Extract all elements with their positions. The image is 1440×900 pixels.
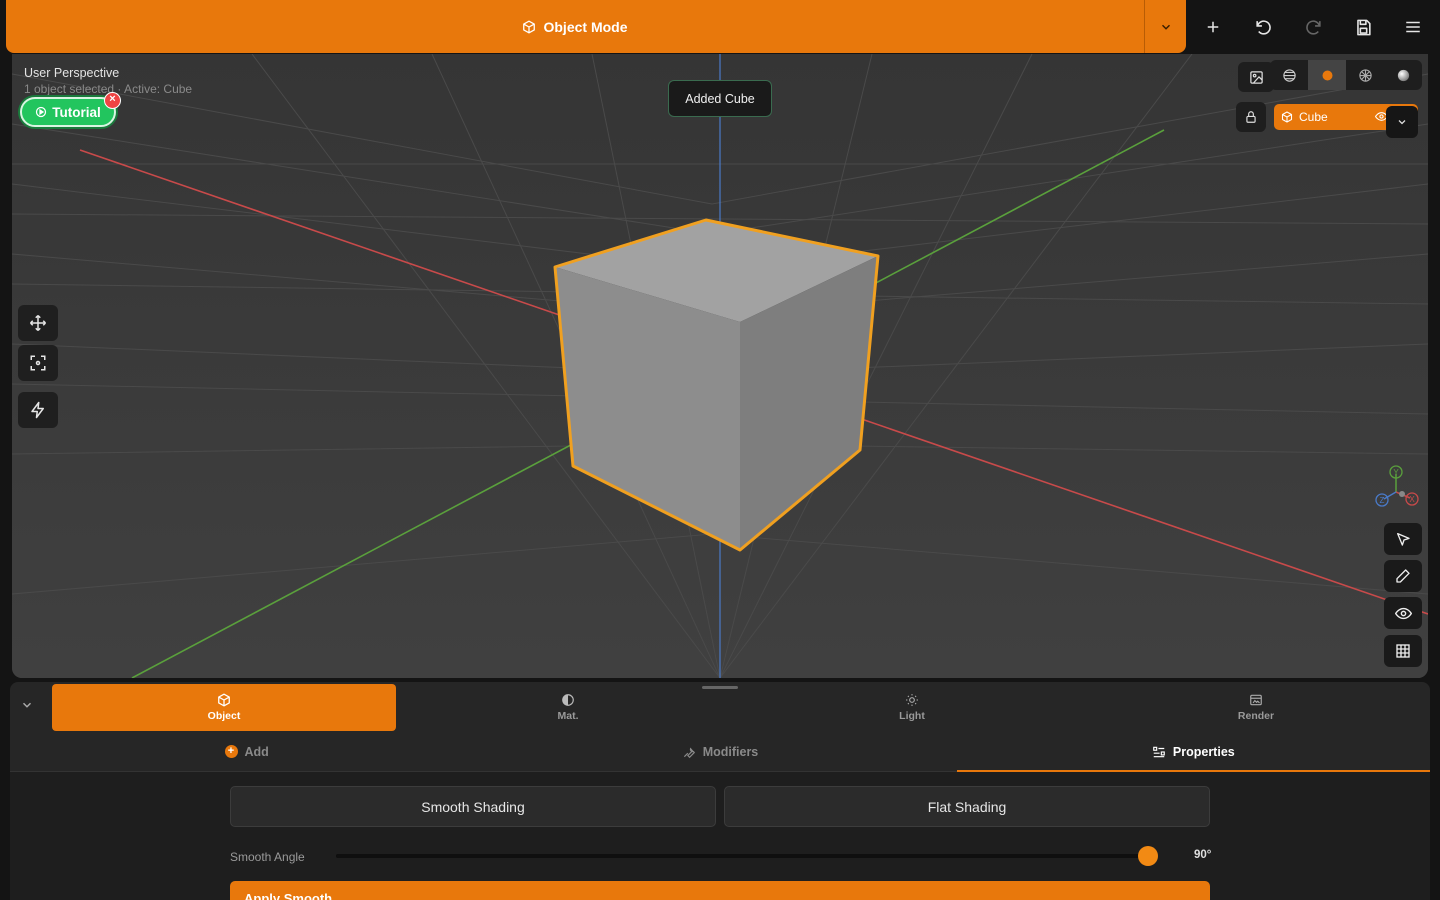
main-tabs: Object Mat. Light Render xyxy=(52,684,1428,732)
grid-toggle-button[interactable] xyxy=(1384,635,1422,667)
3d-viewport[interactable]: User Perspective 1 object selected · Act… xyxy=(12,54,1428,678)
mode-selector-button[interactable]: Object Mode xyxy=(6,0,1144,53)
properties-panel: Object Mat. Light Render + Add Modifiers… xyxy=(10,682,1431,900)
cube-icon xyxy=(523,20,536,33)
material-sphere-icon xyxy=(1358,68,1372,82)
subtab-label: Add xyxy=(244,744,269,759)
gizmo-y-label: Y xyxy=(1393,468,1399,477)
tab-label: Object xyxy=(207,710,241,722)
play-circle-icon xyxy=(36,106,47,118)
tutorial-button[interactable]: Tutorial xyxy=(20,97,116,127)
main-menu-button[interactable] xyxy=(1398,12,1428,42)
mode-dropdown-button[interactable] xyxy=(1144,0,1186,53)
toast-message: Added Cube xyxy=(685,91,755,106)
collapse-panel-button[interactable] xyxy=(20,698,34,717)
solid-shading-button[interactable] xyxy=(1308,60,1346,90)
smooth-shading-label: Smooth Shading xyxy=(421,798,525,815)
rendered-shading-button[interactable] xyxy=(1384,60,1422,90)
active-object-name: Cube xyxy=(1299,110,1328,124)
top-bar: Object Mode xyxy=(0,0,1440,54)
sun-icon xyxy=(906,694,918,706)
smooth-shading-button[interactable]: Smooth Shading xyxy=(230,786,716,827)
solid-sphere-icon xyxy=(1322,70,1332,80)
tab-material[interactable]: Mat. xyxy=(396,684,740,731)
object-list-dropdown-button[interactable] xyxy=(1386,106,1418,138)
cube-icon xyxy=(1281,111,1293,123)
subtab-label: Properties xyxy=(1172,744,1235,759)
move-tool-button[interactable] xyxy=(18,305,58,341)
focus-icon xyxy=(30,355,46,371)
rendered-sphere-icon xyxy=(1397,69,1409,81)
cursor-icon xyxy=(1397,533,1410,546)
undo-button[interactable] xyxy=(1248,12,1278,42)
focus-tool-button[interactable] xyxy=(18,345,58,381)
chevron-down-icon xyxy=(1398,120,1406,125)
lock-icon xyxy=(1246,111,1256,123)
tab-light[interactable]: Light xyxy=(740,684,1084,731)
close-tutorial-button[interactable]: × xyxy=(104,92,121,109)
orientation-gizmo[interactable]: Y X Z xyxy=(1372,464,1424,508)
subtab-label: Modifiers xyxy=(702,744,759,759)
grid-icon xyxy=(1396,644,1410,658)
render-preview-button[interactable] xyxy=(1238,62,1274,92)
save-icon xyxy=(1356,19,1371,35)
subtab-modifiers[interactable]: Modifiers xyxy=(483,732,956,771)
tab-label: Mat. xyxy=(557,710,579,722)
tab-label: Light xyxy=(899,710,925,722)
properties-content: Smooth Shading Flat Shading Smooth Angle… xyxy=(10,772,1430,900)
plus-icon: + xyxy=(224,745,238,758)
tab-label: Render xyxy=(1237,710,1275,722)
eye-icon xyxy=(1394,607,1412,619)
move-icon xyxy=(29,314,47,332)
chevron-down-icon xyxy=(1161,24,1170,30)
material-shading-button[interactable] xyxy=(1346,60,1384,90)
image-icon xyxy=(1250,694,1262,706)
slider-fill xyxy=(336,854,1148,858)
mode-label: Object Mode xyxy=(543,18,628,35)
smooth-angle-value: 90° xyxy=(1194,849,1212,861)
tab-object[interactable]: Object xyxy=(52,684,396,731)
close-icon: × xyxy=(109,93,116,105)
sub-tabs: + Add Modifiers Properties xyxy=(10,732,1431,772)
image-icon xyxy=(1249,70,1263,84)
apply-smooth-label: Apply Smooth xyxy=(244,891,333,900)
notification-toast: Added Cube xyxy=(668,80,772,117)
flat-shading-button[interactable]: Flat Shading xyxy=(724,786,1210,827)
wireframe-shading-button[interactable] xyxy=(1270,60,1308,90)
flat-shading-label: Flat Shading xyxy=(927,798,1007,815)
cube-icon xyxy=(218,693,230,707)
subtab-add[interactable]: + Add xyxy=(10,732,483,771)
select-tool-button[interactable] xyxy=(1384,523,1422,555)
plus-icon xyxy=(1207,21,1219,33)
add-button[interactable] xyxy=(1198,12,1228,42)
redo-button[interactable] xyxy=(1298,12,1328,42)
lock-selection-button[interactable] xyxy=(1236,102,1266,132)
draw-tool-button[interactable] xyxy=(1384,560,1422,592)
gizmo-z-label: Z xyxy=(1380,496,1385,505)
slider-thumb[interactable] xyxy=(1138,846,1158,866)
pencil-icon xyxy=(1396,569,1410,583)
sliders-icon xyxy=(1153,746,1165,757)
shading-mode-group xyxy=(1270,60,1422,90)
tutorial-label: Tutorial xyxy=(52,104,101,120)
smooth-angle-label: Smooth Angle xyxy=(230,850,305,864)
redo-icon xyxy=(1305,19,1321,35)
scene-canvas xyxy=(12,54,1428,678)
contrast-icon xyxy=(562,694,574,706)
tab-render[interactable]: Render xyxy=(1084,684,1428,731)
menu-icon xyxy=(1406,21,1420,33)
wireframe-sphere-icon xyxy=(1282,68,1296,82)
view-title: User Perspective xyxy=(24,66,120,80)
lightning-icon xyxy=(31,401,44,419)
chevron-down-icon xyxy=(22,702,32,708)
save-button[interactable] xyxy=(1348,12,1378,42)
undo-icon xyxy=(1255,19,1271,35)
visibility-toggle-button[interactable] xyxy=(1384,597,1422,629)
subtab-properties[interactable]: Properties xyxy=(956,732,1431,772)
smooth-angle-slider[interactable] xyxy=(336,846,1158,866)
apply-smooth-button[interactable]: Apply Smooth xyxy=(230,881,1210,900)
gizmo-x-label: X xyxy=(1409,495,1415,504)
quick-action-button[interactable] xyxy=(18,392,58,428)
wrench-icon xyxy=(683,747,695,758)
